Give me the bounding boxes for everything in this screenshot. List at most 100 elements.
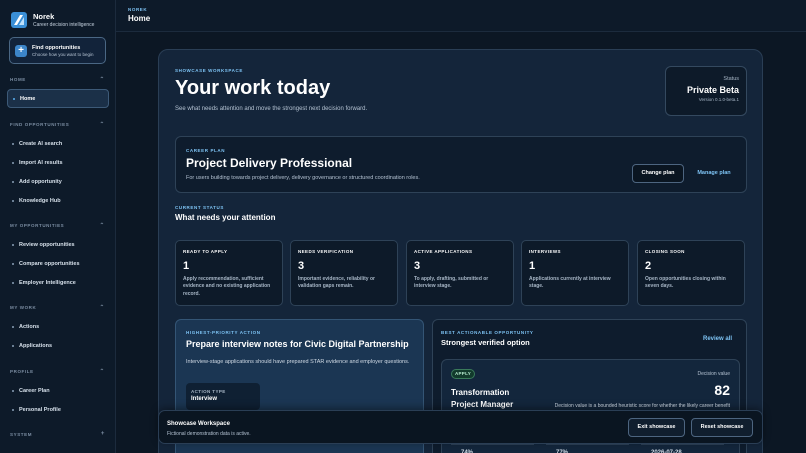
bullet-icon: [12, 142, 14, 145]
hero-eyebrow: SHOWCASE WORKSPACE: [175, 68, 243, 73]
nav-section-system: SYSTEM +: [0, 429, 116, 439]
sidebar-item-knowledge-hub[interactable]: Knowledge Hub: [0, 191, 116, 210]
stat-description: Open opportunities closing within seven …: [645, 276, 726, 290]
opportunity-metric: 2026-07-28: [641, 444, 724, 453]
decision-value-description: Decision value is a bounded heuristic sc…: [554, 403, 730, 409]
opportunity-metric: 74%: [451, 444, 534, 453]
bullet-icon: [13, 97, 15, 100]
hero-subtitle: See what needs attention and move the st…: [175, 106, 368, 112]
manage-plan-link[interactable]: Manage plan: [692, 164, 736, 183]
nav-section-profile: PROFILE ⌃ Career Plan Personal Profile: [0, 366, 116, 419]
nav-section-title: FIND OPPORTUNITIES: [10, 121, 70, 127]
decision-value: 82: [714, 382, 730, 398]
plan-description: For users building towards project deliv…: [186, 175, 420, 181]
nav-section-find-opportunities: FIND OPPORTUNITIES ⌃ Create AI search Im…: [0, 119, 116, 210]
nav-section-title: SYSTEM: [10, 431, 33, 437]
sidebar-item-label: Home: [20, 95, 36, 102]
decision-value-label: Decision value: [697, 371, 730, 377]
find-opportunities-subtitle: Choose how you want to begin: [32, 51, 94, 57]
nav-section-my-opportunities: MY OPPORTUNITIES ⌃ Review opportunities …: [0, 220, 116, 292]
nav-section-title: HOME: [10, 76, 26, 82]
stat-value: 1: [529, 260, 536, 272]
brand-tagline: Career decision intelligence: [33, 22, 95, 28]
priority-description: Interview-stage applications should have…: [186, 359, 410, 365]
sidebar-item-applications[interactable]: Applications: [0, 336, 116, 355]
stat-value: 2: [645, 260, 652, 272]
nav-section-header[interactable]: FIND OPPORTUNITIES ⌃: [0, 119, 116, 129]
status-label: Status: [723, 76, 739, 82]
sidebar-item-import-ai-results[interactable]: Import AI results: [0, 153, 116, 172]
sidebar-item-compare-opportunities[interactable]: Compare opportunities: [0, 254, 116, 273]
sidebar-item-label: Compare opportunities: [19, 260, 80, 267]
plan-eyebrow: CAREER PLAN: [186, 148, 226, 153]
sidebar-item-add-opportunity[interactable]: Add opportunity: [0, 172, 116, 191]
breadcrumb: NOREK: [128, 7, 148, 12]
nav-section-header[interactable]: MY WORK ⌃: [0, 302, 116, 312]
nav-section-header[interactable]: SYSTEM +: [0, 429, 116, 439]
chevron-up-icon: ⌃: [99, 368, 105, 375]
nav-section-title: MY OPPORTUNITIES: [10, 222, 65, 228]
chevron-up-icon: ⌃: [99, 222, 105, 229]
stat-label: CLOSING SOON: [645, 249, 685, 254]
stat-label: NEEDS VERIFICATION: [298, 249, 354, 254]
sidebar-item-label: Employer Intelligence: [19, 279, 76, 286]
action-type-box: ACTION TYPE Interview: [186, 383, 260, 410]
sidebar-item-create-ai-search[interactable]: Create AI search: [0, 134, 116, 153]
find-opportunities-title: Find opportunities: [32, 44, 81, 51]
sidebar: Norek Career decision intelligence + Fin…: [0, 0, 116, 453]
nav-section-header[interactable]: PROFILE ⌃: [0, 366, 116, 376]
find-opportunities-button[interactable]: + Find opportunities Choose how you want…: [9, 37, 106, 64]
nav-section-title: PROFILE: [10, 368, 34, 374]
review-all-link[interactable]: Review all: [703, 336, 732, 342]
status-value: Private Beta: [686, 85, 739, 95]
bullet-icon: [12, 344, 14, 347]
sidebar-item-review-opportunities[interactable]: Review opportunities: [0, 235, 116, 254]
sidebar-item-label: Review opportunities: [19, 241, 75, 248]
career-plan-card: CAREER PLAN Project Delivery Professiona…: [175, 136, 747, 193]
top-bar: NOREK Home: [116, 0, 806, 32]
plan-title: Project Delivery Professional: [186, 156, 353, 170]
sidebar-item-actions[interactable]: Actions: [0, 317, 116, 336]
stat-card-ready-to-apply[interactable]: READY TO APPLY 1 Apply recommendation, s…: [175, 240, 283, 306]
nav-section-my-work: MY WORK ⌃ Actions Applications: [0, 302, 116, 355]
stat-card-closing-soon[interactable]: CLOSING SOON 2 Open opportunities closin…: [637, 240, 745, 306]
nav-section-home: HOME ⌃ Home: [0, 74, 116, 108]
current-status-eyebrow: CURRENT STATUS: [175, 205, 224, 210]
exit-showcase-button[interactable]: Exit showcase: [628, 418, 685, 437]
stat-card-interviews[interactable]: INTERVIEWS 1 Applications currently at i…: [521, 240, 629, 306]
stat-label: READY TO APPLY: [183, 249, 228, 254]
showcase-subtitle: Fictional demonstration data is active.: [167, 431, 251, 437]
nav-section-header[interactable]: HOME ⌃: [0, 74, 116, 84]
sidebar-item-label: Import AI results: [19, 159, 63, 166]
action-type-label: ACTION TYPE: [191, 389, 226, 394]
opportunity-title: Strongest verified option: [441, 338, 530, 347]
priority-eyebrow: HIGHEST-PRIORITY ACTION: [186, 330, 261, 335]
sidebar-item-label: Knowledge Hub: [19, 197, 61, 204]
bullet-icon: [12, 180, 14, 183]
chevron-up-icon: ⌃: [99, 304, 105, 311]
opportunity-role: Transformation Project Manager: [451, 388, 514, 409]
stat-card-needs-verification[interactable]: NEEDS VERIFICATION 3 Important evidence,…: [290, 240, 398, 306]
sidebar-item-personal-profile[interactable]: Personal Profile: [0, 400, 116, 419]
stat-description: Apply recommendation, sufficient evidenc…: [183, 276, 271, 297]
stat-description: Important evidence, reliability or valid…: [298, 276, 375, 290]
action-type-value: Interview: [191, 396, 218, 402]
bullet-icon: [12, 243, 14, 246]
chevron-up-icon: ⌃: [99, 76, 105, 83]
bullet-icon: [12, 325, 14, 328]
page-title: Home: [128, 14, 151, 23]
sidebar-item-label: Add opportunity: [19, 178, 62, 185]
sidebar-item-employer-intelligence[interactable]: Employer Intelligence: [0, 273, 116, 292]
sidebar-item-label: Create AI search: [19, 140, 63, 147]
apply-badge: APPLY: [451, 369, 475, 379]
sidebar-item-career-plan[interactable]: Career Plan: [0, 381, 116, 400]
stat-label: INTERVIEWS: [529, 249, 561, 254]
reset-showcase-button[interactable]: Reset showcase: [691, 418, 753, 437]
brand[interactable]: Norek Career decision intelligence: [0, 0, 115, 32]
change-plan-button[interactable]: Change plan: [632, 164, 684, 183]
nav-section-header[interactable]: MY OPPORTUNITIES ⌃: [0, 220, 116, 230]
sidebar-item-home[interactable]: Home: [7, 89, 109, 108]
sidebar-item-label: Applications: [19, 342, 53, 349]
stat-card-active-applications[interactable]: ACTIVE APPLICATIONS 3 To apply, drafting…: [406, 240, 514, 306]
bullet-icon: [12, 389, 14, 392]
